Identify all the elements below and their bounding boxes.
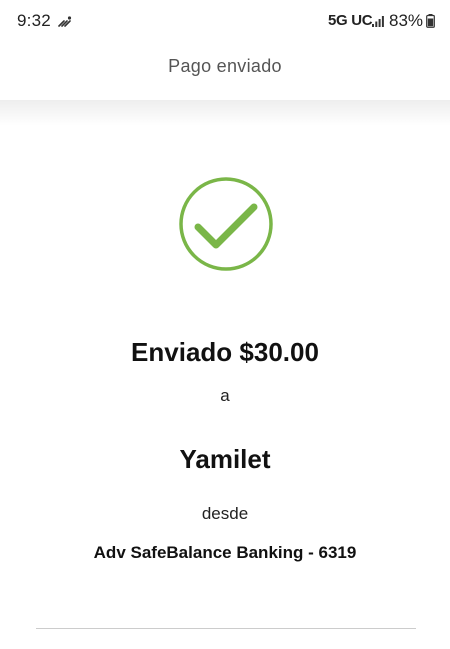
network-type: 5G UC (328, 12, 373, 29)
notification-icon (58, 16, 72, 27)
recipient-name: Yamilet (179, 444, 271, 474)
sent-amount: Enviado $30.00 (131, 337, 319, 367)
app-header: Pago enviado (0, 42, 450, 100)
from-label: desde (201, 504, 249, 523)
status-time: 9:32 (17, 11, 51, 30)
page-title: Pago enviado (168, 56, 282, 76)
battery-icon (426, 14, 435, 28)
status-bar: 9:32 5G UC 83% (0, 0, 450, 42)
to-label: a (220, 386, 230, 405)
check-circle-icon (179, 177, 273, 271)
account-name: Adv SafeBalance Banking - 6319 (93, 543, 357, 562)
battery-percent: 83% (389, 11, 424, 30)
signal-icon (372, 16, 384, 27)
divider (36, 628, 416, 629)
header-shadow (0, 100, 450, 126)
